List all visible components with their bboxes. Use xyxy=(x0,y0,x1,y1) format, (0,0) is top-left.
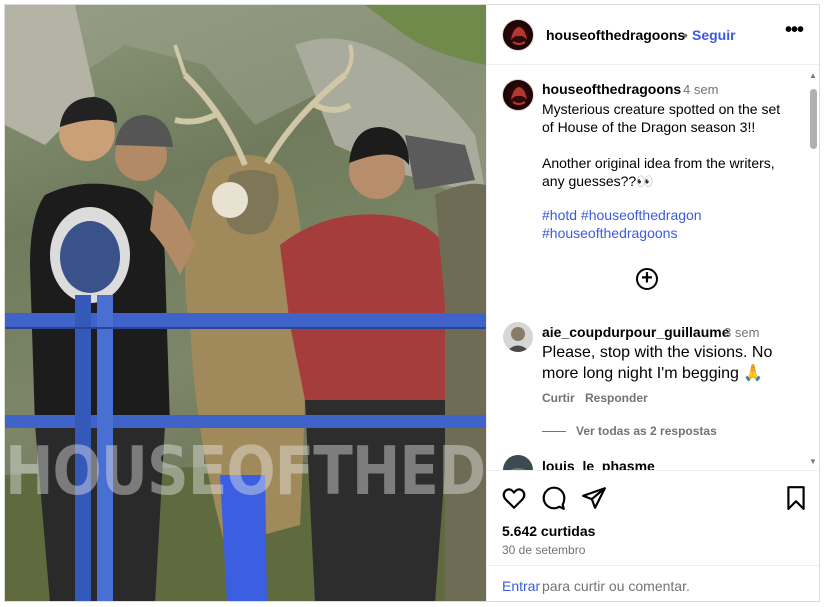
commenter-avatar[interactable] xyxy=(503,455,533,470)
comments-scroll-area[interactable]: houseofthedragoons 4 sem Mysterious crea… xyxy=(487,66,819,470)
share-icon[interactable] xyxy=(581,485,607,511)
dragon-sigil-icon xyxy=(511,27,527,45)
commenter-avatar[interactable] xyxy=(503,322,533,352)
caption-line-2: Another original idea from the writers, … xyxy=(542,155,775,189)
comment-time[interactable]: 3 sem xyxy=(724,325,759,340)
comment-username[interactable]: aie_coupdurpour_guillaume xyxy=(542,324,729,340)
header-separator: • xyxy=(683,27,688,43)
comment-text: Please, stop with the visions. No more l… xyxy=(542,344,773,382)
comments-scrollbar[interactable]: ▲ ▼ xyxy=(808,69,818,469)
instagram-post: HOUSEOFTHEDRAGON houseofthedragoons • Se… xyxy=(4,4,820,602)
comment-reply-button[interactable]: Responder xyxy=(585,391,648,405)
replies-divider xyxy=(542,431,566,432)
comment-like-button[interactable]: Curtir xyxy=(542,391,575,405)
post-sidebar: houseofthedragoons • Seguir ••• houseoft… xyxy=(486,5,819,601)
more-options-icon[interactable]: ••• xyxy=(785,19,804,42)
header-username[interactable]: houseofthedragoons xyxy=(546,27,685,43)
scene-drawing xyxy=(5,5,486,601)
caption-time[interactable]: 4 sem xyxy=(683,82,718,97)
follow-button[interactable]: Seguir xyxy=(692,27,736,43)
dragon-sigil-icon xyxy=(511,87,527,105)
caption-avatar[interactable] xyxy=(502,79,534,111)
login-prompt: Entrar para curtir ou comentar. xyxy=(487,565,819,601)
scroll-down-arrow-icon[interactable]: ▼ xyxy=(809,457,817,466)
watermark-text: HOUSEOFTHEDRAGON xyxy=(5,431,486,511)
account-avatar[interactable] xyxy=(502,19,534,51)
caption-username[interactable]: houseofthedragoons xyxy=(542,81,681,97)
caption-line-1: Mysterious creature spotted on the set o… xyxy=(542,101,781,135)
scroll-up-arrow-icon[interactable]: ▲ xyxy=(809,71,817,80)
comment-icon[interactable] xyxy=(541,485,567,511)
login-prompt-text: para curtir ou comentar. xyxy=(542,578,690,594)
post-header: houseofthedragoons • Seguir ••• xyxy=(487,5,819,65)
bookmark-icon[interactable] xyxy=(783,485,809,511)
caption-text: Mysterious creature spotted on the set o… xyxy=(542,100,792,190)
person-photo-icon xyxy=(506,327,530,352)
scrollbar-thumb[interactable] xyxy=(810,89,817,149)
login-link[interactable]: Entrar xyxy=(502,578,540,594)
hashtag-line-2[interactable]: #houseofthedragoons xyxy=(542,224,792,242)
post-date[interactable]: 30 de setembro xyxy=(502,543,585,557)
hashtags: #hotd #houseofthedragon #houseofthedrago… xyxy=(542,206,792,242)
heart-icon[interactable] xyxy=(501,485,527,511)
view-replies-button[interactable]: Ver todas as 2 respostas xyxy=(576,424,717,438)
hashtag-line-1[interactable]: #hotd #houseofthedragon xyxy=(542,206,792,224)
plus-circle-icon[interactable]: + xyxy=(636,268,658,290)
post-photo[interactable]: HOUSEOFTHEDRAGON xyxy=(5,5,486,601)
comment-username[interactable]: louis_le_phasme xyxy=(542,458,655,470)
likes-count[interactable]: 5.642 curtidas xyxy=(502,523,595,539)
person-photo-icon xyxy=(510,468,526,470)
